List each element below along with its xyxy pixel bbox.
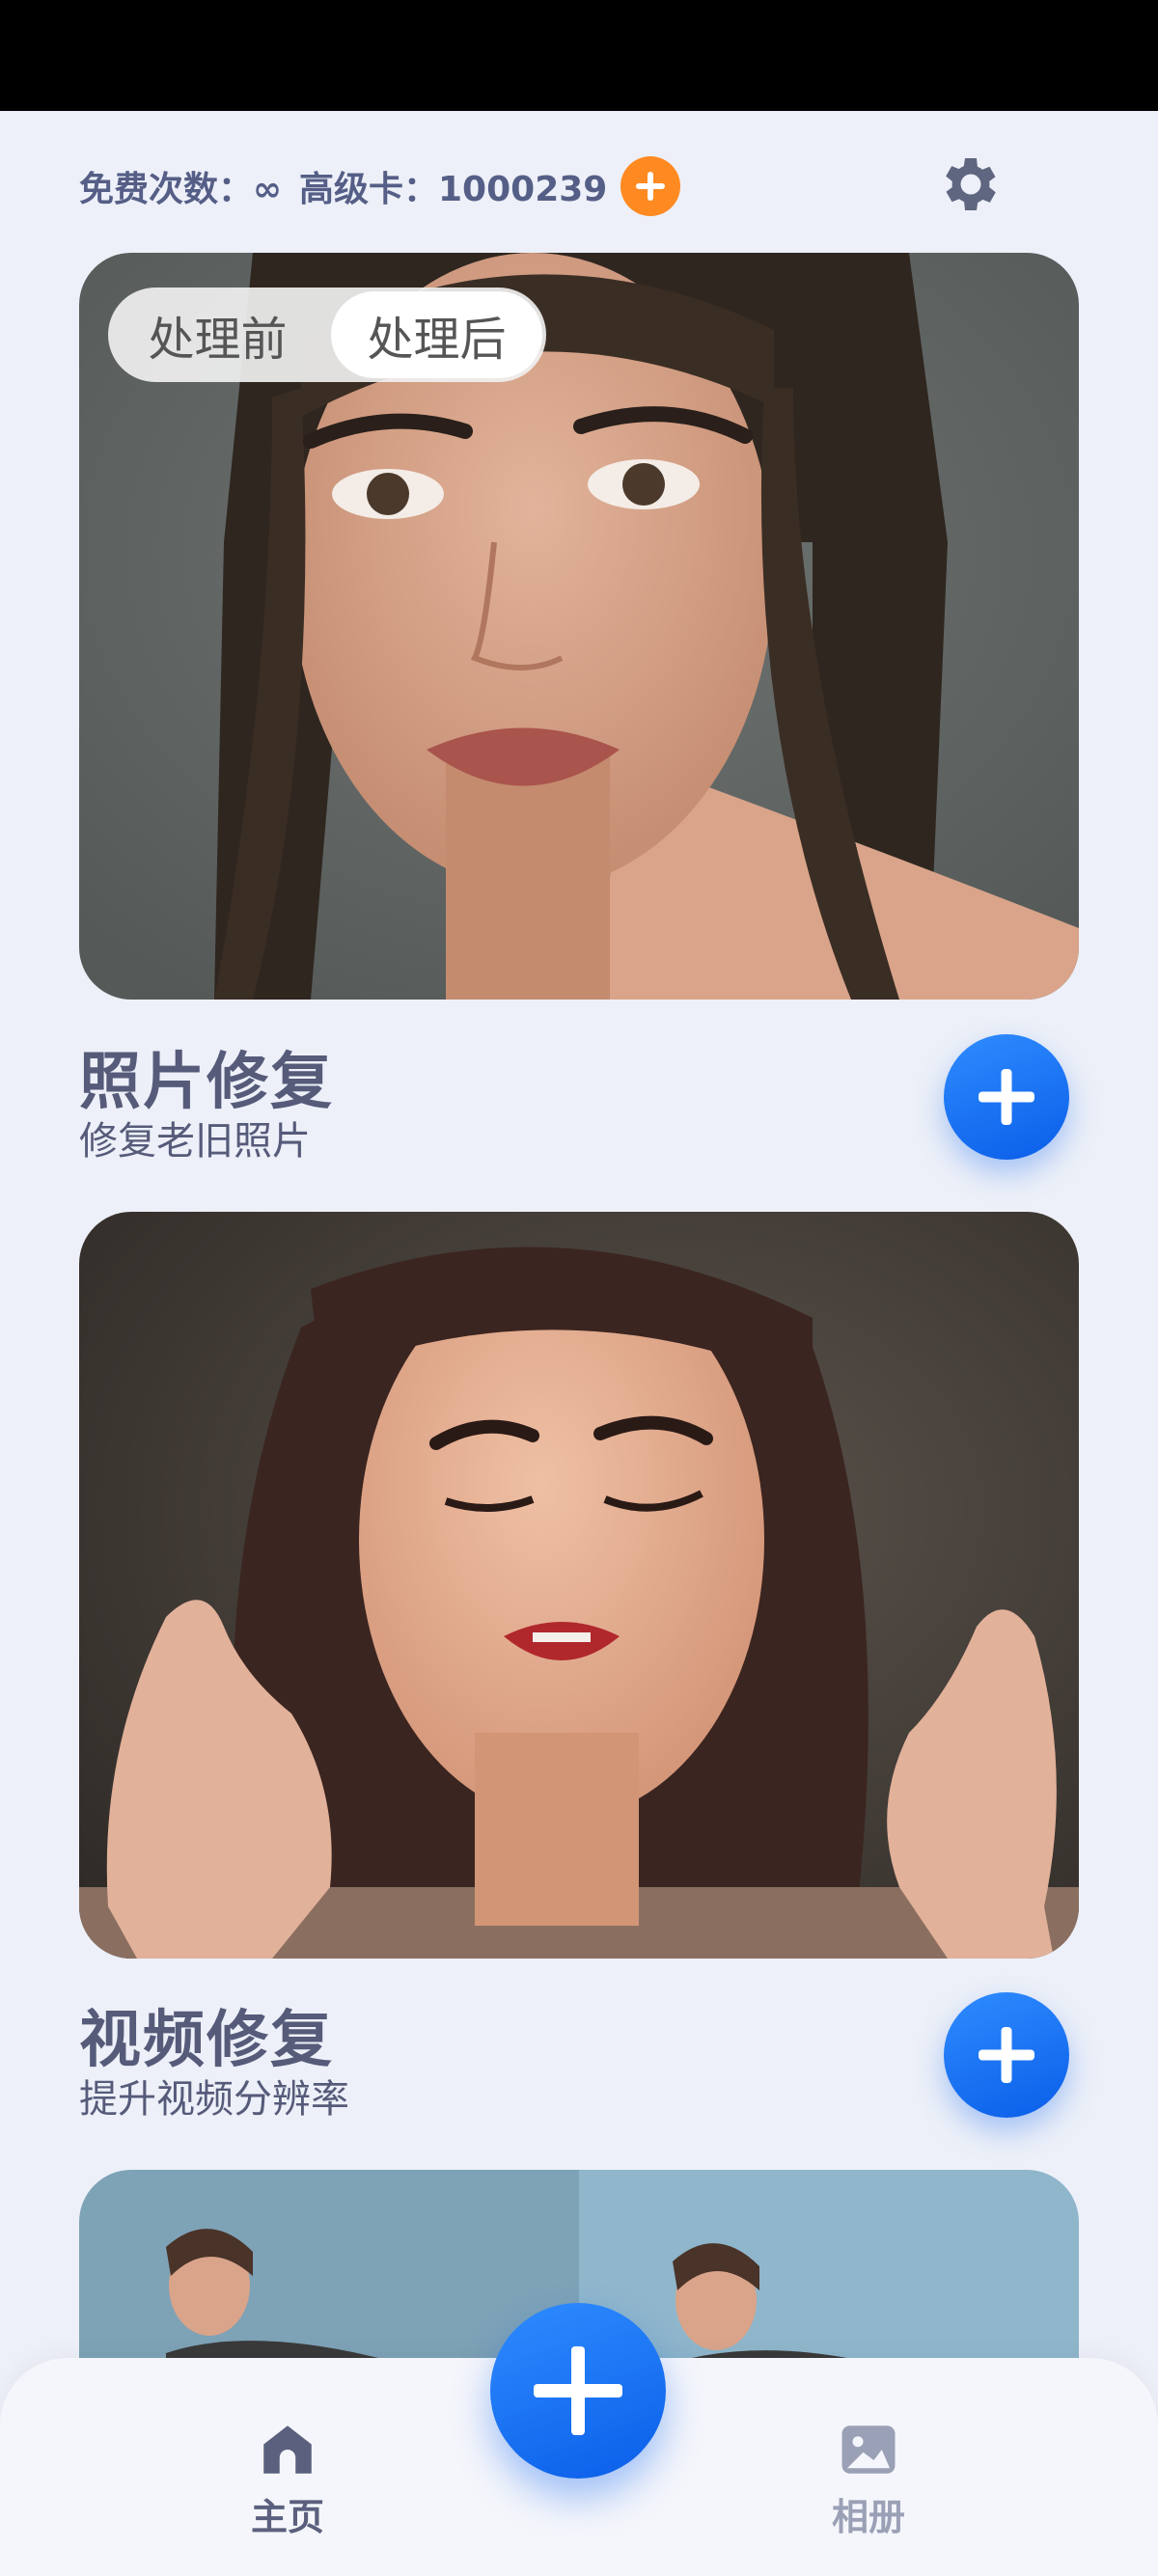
gear-icon[interactable] — [936, 150, 1006, 219]
tab-album-label: 相册 — [831, 2496, 905, 2538]
add-button[interactable] — [490, 2303, 666, 2479]
tab-home[interactable]: 主页 — [230, 2418, 345, 2540]
top-bar: 免费次数：∞ 高级卡：1000239 — [0, 111, 1158, 246]
toggle-after[interactable]: 处理后 — [331, 291, 542, 378]
premium-card-label: 高级卡：1000239 — [299, 170, 608, 209]
video-restore-add-button[interactable] — [944, 1992, 1069, 2118]
status-bar — [0, 0, 1158, 111]
free-count-label: 免费次数：∞ — [79, 170, 282, 209]
video-restore-section: 视频修复 提升视频分辨率 — [79, 1990, 1079, 2135]
video-restore-title: 视频修复 — [79, 2005, 334, 2076]
photo-restore-section: 照片修复 修复老旧照片 — [79, 1032, 1079, 1177]
credits-info: 免费次数：∞ 高级卡：1000239 — [79, 156, 681, 216]
photo-restore-add-button[interactable] — [944, 1034, 1069, 1160]
tab-album[interactable]: 相册 — [811, 2418, 926, 2540]
video-frame-photo — [79, 1212, 1079, 1959]
video-preview-card[interactable] — [79, 1212, 1079, 1959]
photo-restore-subtitle: 修复老旧照片 — [79, 1119, 311, 1164]
photo-preview-card[interactable]: 处理前 处理后 — [79, 253, 1079, 1000]
add-credit-icon[interactable] — [620, 156, 681, 216]
toggle-before[interactable]: 处理前 — [112, 291, 323, 378]
album-icon — [841, 2425, 896, 2474]
tab-home-label: 主页 — [250, 2496, 324, 2538]
photo-restore-title: 照片修复 — [79, 1047, 334, 1118]
video-restore-subtitle: 提升视频分辨率 — [79, 2077, 349, 2122]
before-after-toggle[interactable]: 处理前 处理后 — [108, 288, 546, 382]
home-icon — [263, 2425, 312, 2474]
